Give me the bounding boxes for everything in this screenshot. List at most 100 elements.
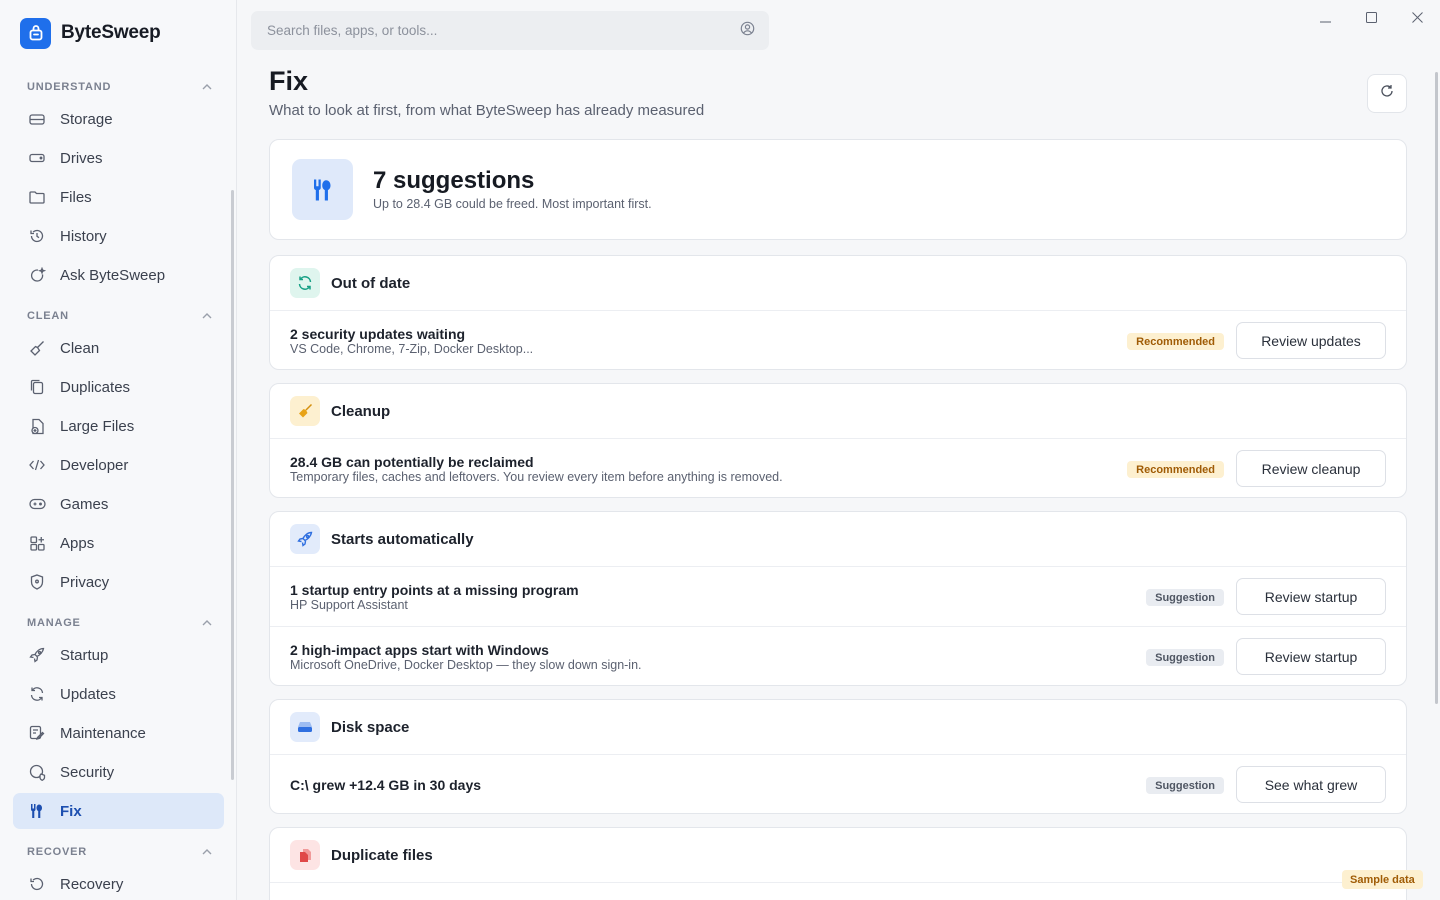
sidebar-item-label: Updates xyxy=(60,685,116,703)
sidebar-item-clean[interactable]: Clean xyxy=(13,330,224,366)
review-startup-button[interactable]: Review startup xyxy=(1236,638,1386,675)
broom-icon xyxy=(290,396,320,426)
sidebar-item-label: Storage xyxy=(60,110,113,128)
close-button[interactable] xyxy=(1394,0,1440,38)
row-title: 2 high-impact apps start with Windows xyxy=(290,642,549,658)
sidebar-item-label: Apps xyxy=(60,534,95,552)
section-label: MANAGE xyxy=(27,617,81,629)
sidebar-item-privacy[interactable]: Privacy xyxy=(13,564,224,600)
sidebar-item-label: Recovery xyxy=(60,875,124,893)
sidebar-item-label: Files xyxy=(60,188,92,206)
status-badge: Suggestion xyxy=(1146,589,1224,606)
status-badge: Recommended xyxy=(1127,333,1224,350)
sidebar-item-files[interactable]: Files xyxy=(13,179,224,215)
refresh-button[interactable] xyxy=(1367,74,1407,113)
sidebar-item-label: Fix xyxy=(60,802,82,820)
sidebar-item-maintenance[interactable]: Maintenance xyxy=(13,715,224,751)
row-subtitle: Temporary files, caches and leftovers. Y… xyxy=(290,470,783,484)
status-badge: Suggestion xyxy=(1146,777,1224,794)
sidebar-item-large-files[interactable]: Large Files xyxy=(13,408,224,444)
sidebar-item-ask-bytesweep[interactable]: Ask ByteSweep xyxy=(13,257,224,293)
review-updates-button[interactable]: Review updates xyxy=(1236,322,1386,359)
suggestion-row: 1 startup entry points at a missing prog… xyxy=(270,567,1406,627)
tools-icon xyxy=(28,802,46,820)
sidebar-item-label: Security xyxy=(60,763,115,781)
security-icon xyxy=(28,763,46,781)
sidebar-item-label: Clean xyxy=(60,339,100,357)
sidebar-item-developer[interactable]: Developer xyxy=(13,447,224,483)
suggestion-row: 2 security updates waiting VS Code, Chro… xyxy=(270,311,1406,369)
group-title: Out of date xyxy=(331,274,411,292)
page-title: Fix xyxy=(269,66,309,96)
code-icon xyxy=(28,456,46,474)
section-clean[interactable]: CLEAN xyxy=(27,308,213,324)
minimize-button[interactable] xyxy=(1302,0,1348,38)
status-badge: Suggestion xyxy=(1146,649,1224,666)
section-understand[interactable]: UNDERSTAND xyxy=(27,79,213,95)
sidebar-item-security[interactable]: Security xyxy=(13,754,224,790)
sidebar-item-history[interactable]: History xyxy=(13,218,224,254)
brand[interactable]: ByteSweep xyxy=(20,17,161,49)
group-header: Disk space xyxy=(270,700,1406,755)
group-title: Duplicate files xyxy=(331,846,433,864)
duplicate-file-icon xyxy=(290,840,320,870)
sidebar-item-label: Startup xyxy=(60,646,109,664)
search-input[interactable] xyxy=(267,23,740,38)
sidebar-item-duplicates[interactable]: Duplicates xyxy=(13,369,224,405)
chevron-up-icon xyxy=(201,310,213,322)
sidebar-item-label: Maintenance xyxy=(60,724,146,742)
sidebar-item-startup[interactable]: Startup xyxy=(13,637,224,673)
refresh-icon xyxy=(1380,84,1394,103)
see-what-grew-button[interactable]: See what grew xyxy=(1236,766,1386,803)
bytesweep-logo-icon xyxy=(20,17,51,49)
brand-name: ByteSweep xyxy=(61,22,161,43)
row-subtitle: Microsoft OneDrive, Docker Desktop — the… xyxy=(290,658,642,672)
close-icon xyxy=(1411,10,1423,28)
row-subtitle: VS Code, Chrome, 7-Zip, Docker Desktop..… xyxy=(290,342,534,356)
sidebar-item-label: Privacy xyxy=(60,573,110,591)
section-recover[interactable]: RECOVER xyxy=(27,844,213,860)
refresh-icon xyxy=(290,268,320,298)
sidebar-item-fix[interactable]: Fix xyxy=(13,793,224,829)
sidebar-item-drives[interactable]: Drives xyxy=(13,140,224,176)
page-subtitle: What to look at first, from what ByteSwe… xyxy=(269,102,705,119)
gamepad-icon xyxy=(28,495,46,513)
group-header: Out of date xyxy=(270,256,1406,311)
main-scrollbar[interactable] xyxy=(1435,72,1438,704)
account-icon[interactable] xyxy=(740,21,755,41)
review-cleanup-button[interactable]: Review cleanup xyxy=(1236,450,1386,487)
row-title: 2 security updates waiting xyxy=(290,326,466,342)
sample-data-badge: Sample data xyxy=(1342,870,1423,889)
suggestion-row: 28.4 GB can potentially be reclaimed Tem… xyxy=(270,439,1406,497)
broom-icon xyxy=(28,339,46,357)
recovery-icon xyxy=(28,875,46,893)
sidebar-scrollbar[interactable] xyxy=(231,190,234,780)
sidebar-item-updates[interactable]: Updates xyxy=(13,676,224,712)
summary-card: 7 suggestions Up to 28.4 GB could be fre… xyxy=(269,139,1407,240)
sidebar-item-recovery[interactable]: Recovery xyxy=(13,866,224,900)
search-bar[interactable] xyxy=(251,11,769,50)
section-label: UNDERSTAND xyxy=(27,81,112,93)
sidebar-item-apps[interactable]: Apps xyxy=(13,525,224,561)
section-label: CLEAN xyxy=(27,310,69,322)
group-title: Starts automatically xyxy=(331,530,474,548)
assistant-icon xyxy=(28,266,46,284)
sidebar-item-label: Games xyxy=(60,495,109,513)
group-starts-automatically: Starts automatically 1 startup entry poi… xyxy=(269,511,1407,686)
drive-icon xyxy=(28,149,46,167)
section-label: RECOVER xyxy=(27,846,87,858)
shield-icon xyxy=(28,573,46,591)
row-subtitle: HP Support Assistant xyxy=(290,598,408,612)
chevron-up-icon xyxy=(201,846,213,858)
folder-icon xyxy=(28,188,46,206)
sidebar-item-storage[interactable]: Storage xyxy=(13,101,224,137)
window-controls xyxy=(1302,0,1440,38)
sidebar-item-games[interactable]: Games xyxy=(13,486,224,522)
maximize-icon xyxy=(1365,10,1377,28)
group-out-of-date: Out of date 2 security updates waiting V… xyxy=(269,255,1407,370)
review-startup-button[interactable]: Review startup xyxy=(1236,578,1386,615)
group-title: Cleanup xyxy=(331,402,391,420)
maximize-button[interactable] xyxy=(1348,0,1394,38)
group-cleanup: Cleanup 28.4 GB can potentially be recla… xyxy=(269,383,1407,498)
section-manage[interactable]: MANAGE xyxy=(27,615,213,631)
